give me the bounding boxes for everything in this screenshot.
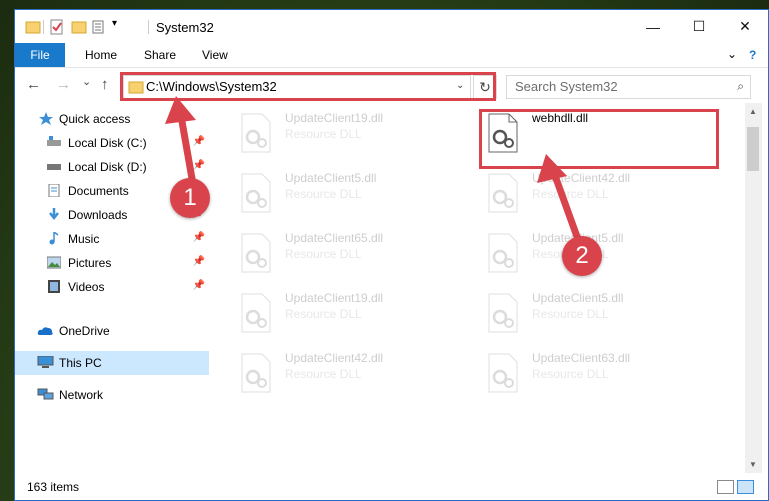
- annotation-arrows: [165, 96, 584, 249]
- step-badge-1: 1: [170, 178, 210, 218]
- step-badge-2: 2: [562, 236, 602, 276]
- arrow-1: [165, 96, 198, 194]
- arrow-2: [537, 154, 584, 249]
